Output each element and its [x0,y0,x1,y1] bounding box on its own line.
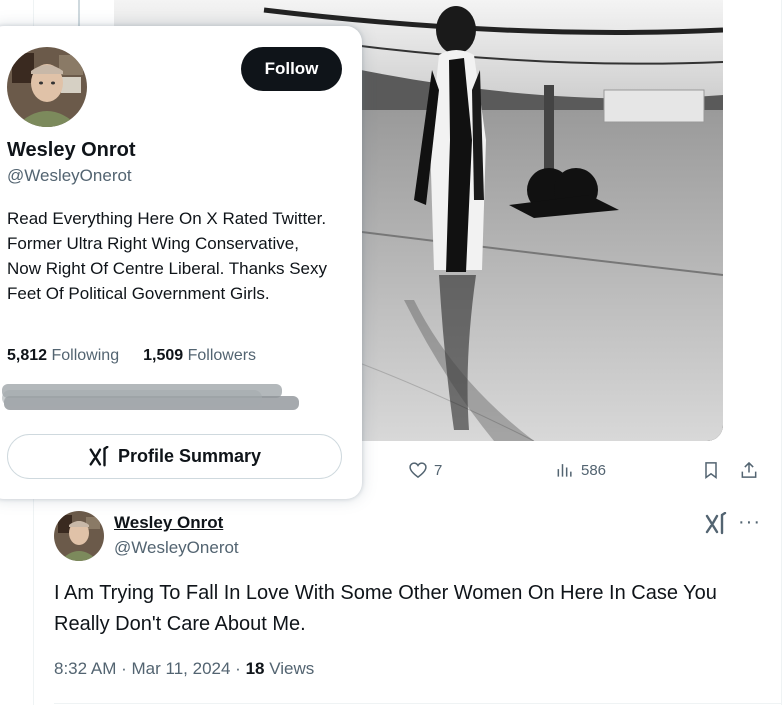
grok-icon [705,511,727,535]
heart-icon [409,462,427,479]
reply-views-count: 18 [245,659,265,678]
divider [54,703,781,704]
meta-separator: · [121,659,127,678]
hover-card-avatar[interactable] [7,47,87,127]
views-button[interactable]: 586 [555,456,606,484]
followed-by-redacted [2,384,302,414]
views-count: 586 [581,461,607,479]
share-button[interactable] [739,456,759,484]
follow-button[interactable]: Follow [241,47,342,91]
reply-date[interactable]: Mar 11, 2024 [132,659,231,678]
following-link[interactable]: 5,812 Following [7,347,119,365]
hover-card-handle[interactable]: @WesleyOnerot [7,166,132,186]
share-icon [741,461,757,478]
meta-separator: · [235,659,241,678]
bar-chart-icon [557,464,572,477]
bookmark-icon [705,462,717,479]
grok-icon [89,445,109,466]
reply-time[interactable]: 8:32 AM [54,659,116,678]
profile-hover-card: Follow Wesley Onrot @WesleyOnerot Read E… [0,26,362,499]
following-count: 5,812 [7,347,48,364]
like-button[interactable]: 7 [408,456,442,484]
reply-author-name[interactable]: Wesley Onrot [114,513,223,533]
reply-avatar[interactable] [54,511,104,561]
reply-text: I Am Trying To Fall In Love With Some Ot… [54,582,717,635]
followers-count: 1,509 [143,347,184,364]
feed-border-right [781,0,782,705]
hover-card-bio: Read Everything Here On X Rated Twitter.… [7,209,327,303]
followers-label: Followers [187,347,257,364]
like-count: 7 [434,461,443,479]
reply-views-label: Views [269,659,315,678]
hover-card-name[interactable]: Wesley Onrot [7,139,136,162]
profile-summary-label: Profile Summary [117,446,262,466]
following-label: Following [51,347,120,364]
followers-link[interactable]: 1,509 Followers [143,347,256,365]
reply-meta: 8:32 AM · Mar 11, 2024 · 18 Views [54,659,314,679]
reply-author-handle[interactable]: @WesleyOnerot [114,538,239,558]
more-icon[interactable]: ··· [738,512,760,536]
grok-button[interactable] [704,511,728,536]
profile-summary-button[interactable]: Profile Summary [7,434,342,479]
bookmark-button[interactable] [701,456,721,484]
hover-card-stats: 5,812 Following 1,509 Followers [7,347,256,365]
